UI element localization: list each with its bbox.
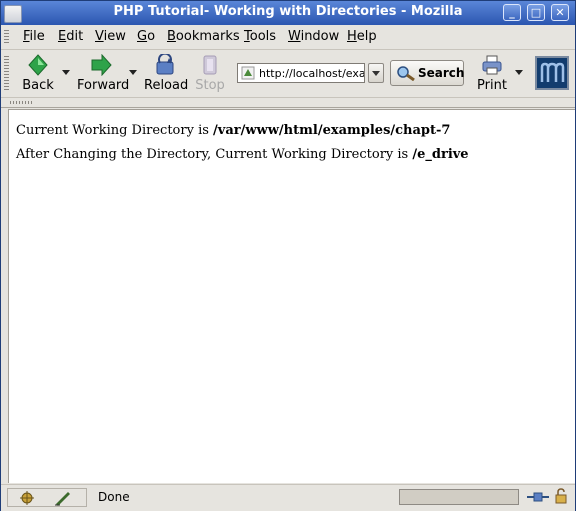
back-button[interactable]: Back: [21, 54, 55, 93]
search-icon: [397, 66, 415, 81]
minimize-button[interactable]: _: [503, 4, 521, 21]
toolbar-grip[interactable]: [4, 56, 9, 92]
search-label: Search: [418, 66, 465, 80]
window-title: PHP Tutorial- Working with Directories -…: [113, 4, 463, 19]
personal-toolbar-strip: [1, 98, 575, 108]
close-button[interactable]: ✕: [551, 4, 569, 21]
status-icons-panel: [7, 488, 87, 507]
menu-file[interactable]: File: [23, 29, 45, 44]
menu-go[interactable]: Go: [137, 29, 155, 44]
reload-icon: [156, 54, 174, 75]
reload-button[interactable]: Reload: [144, 54, 189, 93]
stop-label: Stop: [195, 78, 225, 93]
forward-button[interactable]: Forward: [77, 54, 129, 93]
back-history-dropdown[interactable]: [62, 70, 70, 75]
stop-icon: [203, 55, 217, 75]
forward-history-dropdown[interactable]: [129, 70, 137, 75]
navigation-toolbar: Back Forward Reload Stop http://localhos…: [1, 50, 575, 98]
changed-directory-line: After Changing the Directory, Current Wo…: [16, 147, 469, 162]
menu-help[interactable]: Help: [347, 29, 377, 44]
print-label: Print: [477, 78, 507, 93]
menu-tools[interactable]: Tools: [244, 29, 276, 44]
status-text: Done: [98, 490, 130, 504]
print-button[interactable]: Print: [475, 54, 509, 93]
menu-window[interactable]: Window: [288, 29, 339, 44]
url-text: http://localhost/exa: [259, 67, 365, 80]
changed-directory-label: After Changing the Directory, Current Wo…: [16, 147, 413, 162]
search-button[interactable]: Search: [390, 60, 464, 86]
back-arrow-icon: [28, 54, 48, 76]
navigator-icon[interactable]: [18, 490, 36, 506]
stop-button[interactable]: Stop: [195, 54, 225, 93]
menu-edit[interactable]: Edit: [58, 29, 83, 44]
browser-window: PHP Tutorial- Working with Directories -…: [0, 0, 576, 511]
reload-label: Reload: [144, 78, 189, 93]
security-lock-icon[interactable]: [554, 488, 568, 504]
menu-view[interactable]: View: [95, 29, 126, 44]
current-directory-value: /var/www/html/examples/chapt-7: [213, 123, 451, 138]
current-directory-line: Current Working Directory is /var/www/ht…: [16, 123, 450, 138]
composer-icon[interactable]: [54, 490, 72, 506]
printer-icon: [482, 55, 502, 75]
online-status-icon[interactable]: [526, 490, 550, 504]
menu-bar: File Edit View Go Bookmarks Tools Window…: [1, 25, 575, 50]
maximize-button[interactable]: □: [527, 4, 545, 21]
status-bar: Done: [1, 484, 575, 511]
progress-bar: [399, 489, 519, 505]
print-dropdown[interactable]: [515, 70, 523, 75]
mozilla-logo-icon: [540, 62, 565, 82]
personal-toolbar-grip[interactable]: [10, 101, 34, 104]
menubar-grip[interactable]: [4, 30, 9, 44]
site-icon: [241, 66, 255, 80]
forward-arrow-icon: [91, 54, 112, 76]
url-field[interactable]: http://localhost/exa: [237, 63, 365, 83]
mozilla-throbber[interactable]: [535, 56, 569, 90]
back-label: Back: [22, 78, 54, 93]
menu-bookmarks[interactable]: Bookmarks: [167, 29, 240, 44]
url-history-dropdown[interactable]: [368, 63, 384, 83]
page-content: Current Working Directory is /var/www/ht…: [8, 109, 575, 483]
changed-directory-value: /e_drive: [412, 147, 469, 162]
forward-label: Forward: [77, 78, 130, 93]
current-directory-label: Current Working Directory is: [16, 123, 214, 138]
title-bar: PHP Tutorial- Working with Directories -…: [1, 1, 575, 25]
